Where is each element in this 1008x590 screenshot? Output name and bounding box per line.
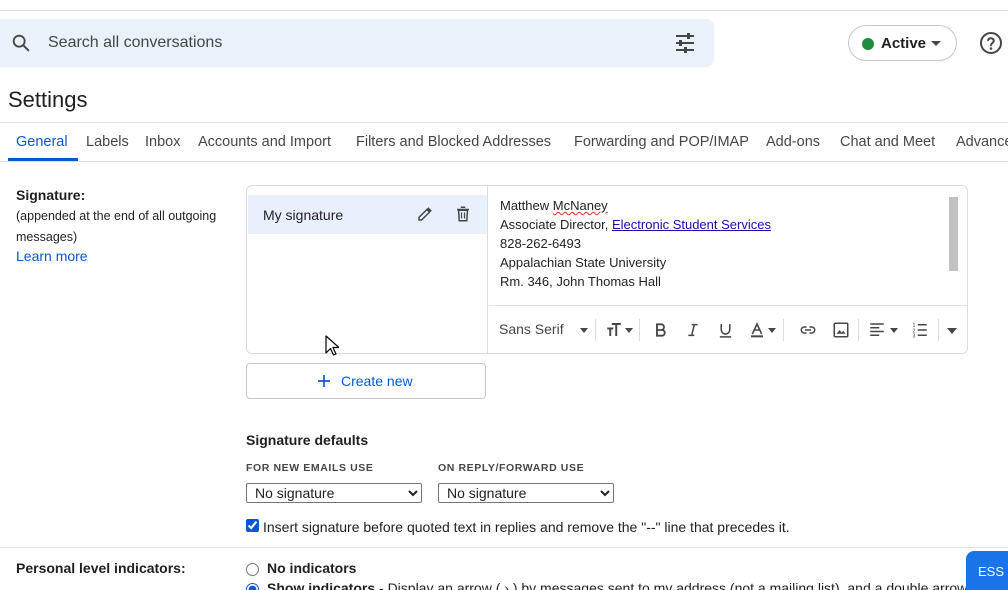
reply-forward-label: ON REPLY/FORWARD USE: [438, 462, 585, 474]
reply-forward-select[interactable]: No signature: [438, 483, 614, 503]
signature-line-phone: 828-262-6493: [500, 236, 581, 251]
trash-icon[interactable]: [454, 205, 472, 223]
tab-forwarding[interactable]: Forwarding and POP/IMAP: [574, 134, 749, 150]
signature-description: (appended at the end of all outgoing mes…: [16, 209, 217, 244]
page-title: Settings: [8, 87, 88, 112]
font-select-label: Sans Serif: [499, 321, 564, 337]
signature-label: Signature:: [16, 187, 86, 203]
title-link[interactable]: Electronic Student Services: [612, 217, 771, 232]
show-indicators-radio[interactable]: [246, 583, 259, 590]
text-color-icon[interactable]: [749, 321, 765, 339]
create-new-label: Create new: [341, 373, 413, 389]
tab-general[interactable]: General: [16, 134, 68, 150]
underline-icon[interactable]: [717, 321, 734, 340]
more-formatting-icon[interactable]: [947, 328, 957, 334]
editor-scrollbar[interactable]: [949, 197, 958, 271]
toolbar-separator: [783, 319, 784, 341]
chevron-down-icon: [768, 328, 776, 333]
tab-accounts-and-import[interactable]: Accounts and Import: [198, 134, 331, 150]
font-size-icon[interactable]: [605, 321, 623, 339]
signature-panel: My signature Matthew McNaney Associate D…: [246, 185, 968, 354]
toolbar-separator: [595, 319, 596, 341]
top-border: [0, 0, 1008, 11]
align-icon[interactable]: [868, 321, 886, 339]
plus-icon: [318, 375, 330, 387]
mouse-cursor-icon: [325, 335, 339, 356]
signature-line-room: Rm. 346, John Thomas Hall: [500, 274, 661, 289]
show-indicators-title: Show indicators: [267, 580, 376, 590]
toolbar-separator: [938, 319, 939, 341]
settings-tabs: General Labels Inbox Accounts and Import…: [0, 125, 1008, 162]
chevron-down-icon: [890, 328, 898, 333]
no-indicators-title: No indicators: [267, 560, 357, 576]
tab-chat-and-meet[interactable]: Chat and Meet: [840, 134, 935, 150]
divider: [0, 547, 1008, 548]
create-new-button[interactable]: Create new: [246, 363, 486, 399]
signature-list: My signature: [247, 186, 488, 353]
formatting-toolbar: Sans Serif 1 2 3: [489, 307, 967, 353]
status-label: Active: [881, 35, 927, 52]
new-emails-select[interactable]: No signature: [246, 483, 422, 503]
status-dot-icon: [862, 38, 874, 50]
new-emails-label: FOR NEW EMAILS USE: [246, 462, 374, 474]
tab-filters[interactable]: Filters and Blocked Addresses: [356, 134, 551, 150]
personal-indicators-label: Personal level indicators:: [16, 560, 186, 576]
tab-inbox[interactable]: Inbox: [145, 134, 180, 150]
chevron-down-icon: [580, 328, 588, 333]
chevron-down-icon: [931, 41, 941, 46]
search-bar[interactable]: [0, 19, 714, 67]
learn-more-link[interactable]: Learn more: [16, 248, 88, 264]
signature-item-label: My signature: [263, 207, 344, 223]
image-icon[interactable]: [832, 321, 850, 339]
no-indicators-label: No indicators: [267, 560, 356, 576]
edit-icon[interactable]: [416, 205, 434, 223]
active-tab-indicator: [8, 158, 78, 161]
signature-line-title: Associate Director, Electronic Student S…: [500, 217, 771, 232]
title-prefix: Associate Director,: [500, 217, 609, 232]
toolbar-separator: [639, 319, 640, 341]
search-input[interactable]: [48, 31, 608, 55]
signature-defaults-title: Signature defaults: [246, 432, 369, 448]
chat-bubble[interactable]: ESS S: [966, 551, 1008, 590]
signature-item[interactable]: My signature: [248, 195, 487, 234]
show-indicators-label: Show indicators - Display an arrow ( › )…: [267, 580, 967, 590]
status-button[interactable]: Active: [848, 25, 957, 61]
last-name: McNaney: [552, 198, 608, 213]
tab-add-ons[interactable]: Add-ons: [766, 134, 820, 150]
link-icon[interactable]: [798, 321, 818, 339]
numbered-list-icon[interactable]: 1 2 3: [911, 321, 929, 339]
italic-icon[interactable]: [685, 321, 701, 339]
no-indicators-radio[interactable]: [246, 563, 259, 576]
tab-labels[interactable]: Labels: [86, 134, 129, 150]
svg-text:3: 3: [913, 334, 916, 340]
search-icon[interactable]: [10, 32, 32, 54]
divider: [0, 122, 1008, 123]
insert-signature-checkbox[interactable]: [246, 519, 259, 532]
tune-icon[interactable]: [673, 32, 697, 54]
signature-line-org: Appalachian State University: [500, 255, 667, 270]
insert-signature-label: Insert signature before quoted text in r…: [263, 519, 790, 535]
tab-advanced[interactable]: Advanced: [956, 134, 1008, 150]
signature-line-name: Matthew McNaney: [500, 198, 608, 213]
help-icon[interactable]: [979, 31, 1003, 55]
chevron-down-icon: [625, 328, 633, 333]
bold-icon[interactable]: [652, 321, 669, 339]
show-indicators-text: - Display an arrow ( › ) by messages sen…: [375, 580, 968, 590]
signature-editor[interactable]: Matthew McNaney Associate Director, Elec…: [489, 186, 967, 306]
first-name: Matthew: [500, 198, 550, 213]
toolbar-separator: [858, 319, 859, 341]
